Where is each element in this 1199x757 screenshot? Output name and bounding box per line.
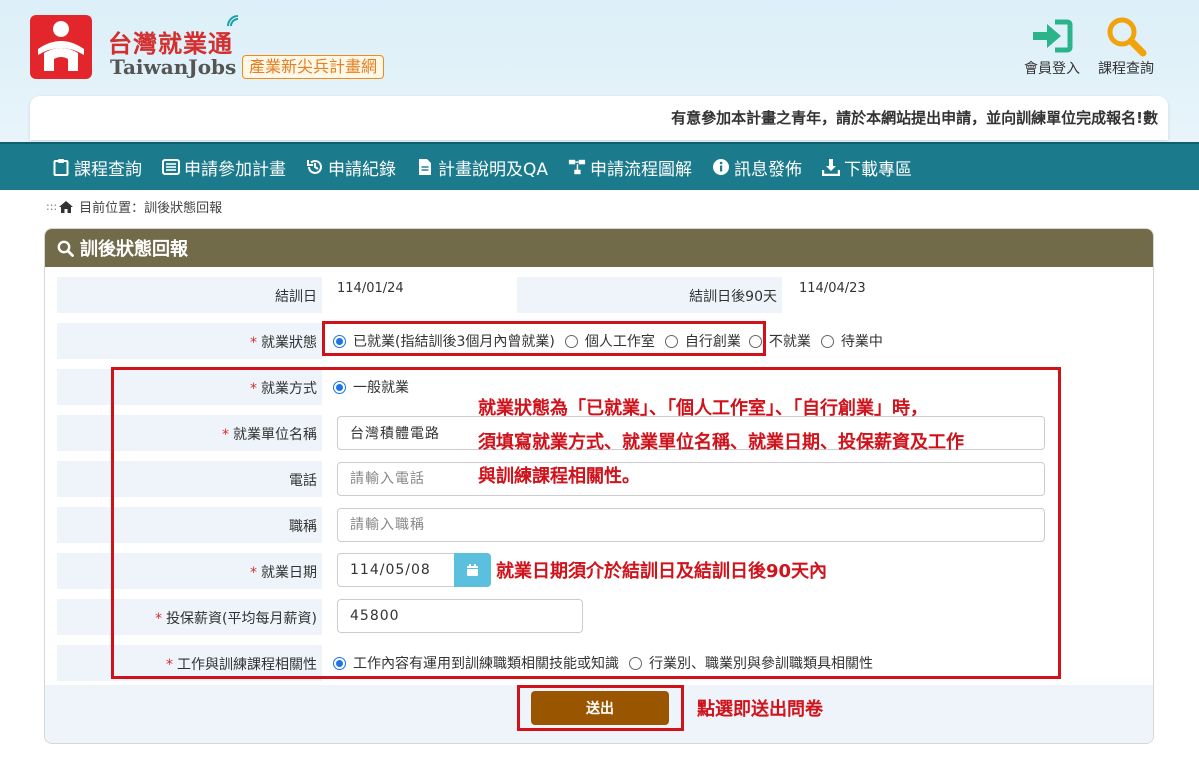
login-icon: [1020, 14, 1084, 58]
nav-item-flowchart[interactable]: 申請流程圖解: [568, 155, 692, 180]
nav-label: 申請流程圖解: [590, 159, 693, 180]
site-header: 台灣就業通 TaiwanJobs 產業新尖兵計畫網 會員登入 課程查詢 有意參加…: [0, 0, 1199, 142]
breadcrumb-dots: :::: [46, 200, 58, 213]
announcement-marquee[interactable]: 有意參加本計畫之青年，請於本網站提出申請，並向訓練單位完成報名!數: [30, 96, 1168, 140]
logo-tagline: 產業新尖兵計畫網: [242, 55, 385, 79]
list-icon: [162, 158, 180, 176]
announcement-text: 有意參加本計畫之青年，請於本網站提出申請，並向訓練單位完成報名!數: [671, 109, 1158, 127]
member-login-button[interactable]: 會員登入: [1020, 14, 1084, 78]
nav-label: 申請紀錄: [328, 159, 396, 180]
nav-item-downloads[interactable]: 下載專區: [822, 155, 912, 180]
end-plus90-value: 114/04/23: [799, 281, 866, 296]
panel-header: 訓後狀態回報: [45, 229, 1153, 267]
info-icon: [712, 158, 730, 176]
radio-job-seeking[interactable]: 待業中: [820, 331, 883, 351]
nav-item-news[interactable]: 訊息發佈: [712, 155, 802, 180]
home-icon[interactable]: [59, 200, 74, 213]
annotation-submit-note: 點選即送出問卷: [697, 699, 823, 720]
breadcrumb: ::: 目前位置：訓後狀態回報: [46, 197, 222, 216]
annotation-note-line3: 與訓練課程相關性。: [478, 466, 640, 487]
end-date-value: 114/01/24: [337, 281, 404, 296]
nav-item-apply[interactable]: 申請參加計畫: [162, 155, 286, 180]
nav-item-course-search[interactable]: 課程查詢: [52, 155, 142, 180]
course-search-label: 課程查詢: [1098, 61, 1154, 77]
course-search-button[interactable]: 課程查詢: [1093, 14, 1159, 78]
radio-unchecked-icon[interactable]: [820, 334, 834, 348]
signal-icon: [227, 15, 239, 27]
search-icon: [1093, 14, 1159, 58]
nav-label: 計畫說明及QA: [438, 159, 549, 180]
annotation-note-line2: 須填寫就業方式、就業單位名稱、就業日期、投保薪資及工作: [478, 432, 964, 453]
panel-title: 訓後狀態回報: [80, 239, 188, 260]
logo-english-title: TaiwanJobs: [110, 55, 237, 79]
history-icon: [306, 158, 324, 176]
employment-status-label: * 就業狀態: [250, 335, 317, 351]
annotation-note-line1: 就業狀態為「已就業」、「個人工作室」、「自行創業」時，: [478, 398, 928, 419]
search-icon: [57, 240, 74, 257]
annotation-date-note: 就業日期須介於結訓日及結訓日後90天內: [496, 561, 828, 582]
document-icon: [416, 158, 434, 176]
clipboard-icon: [52, 158, 70, 176]
flowchart-icon: [568, 158, 586, 176]
end-date-label: 結訓日: [275, 289, 317, 305]
taiwanjobs-logo-icon[interactable]: [30, 15, 92, 79]
logo-chinese-title: 台灣就業通: [108, 30, 233, 58]
main-nav: 課程查詢 申請參加計畫 申請紀錄 計畫說明及QA 申請流程圖解 訊息發佈 下載專…: [0, 142, 1199, 190]
nav-item-records[interactable]: 申請紀錄: [306, 155, 396, 180]
highlight-submit: [517, 685, 684, 731]
nav-label: 課程查詢: [74, 159, 142, 180]
download-icon: [822, 158, 841, 176]
nav-item-qa[interactable]: 計畫說明及QA: [416, 155, 548, 180]
member-login-label: 會員登入: [1024, 61, 1080, 77]
nav-label: 下載專區: [844, 159, 913, 180]
nav-label: 申請參加計畫: [184, 159, 286, 180]
end-plus90-label: 結訓日後90天: [689, 289, 777, 305]
nav-label: 訊息發佈: [734, 159, 803, 180]
highlight-employment-status: [322, 321, 766, 356]
breadcrumb-text: 目前位置：訓後狀態回報: [79, 201, 223, 216]
